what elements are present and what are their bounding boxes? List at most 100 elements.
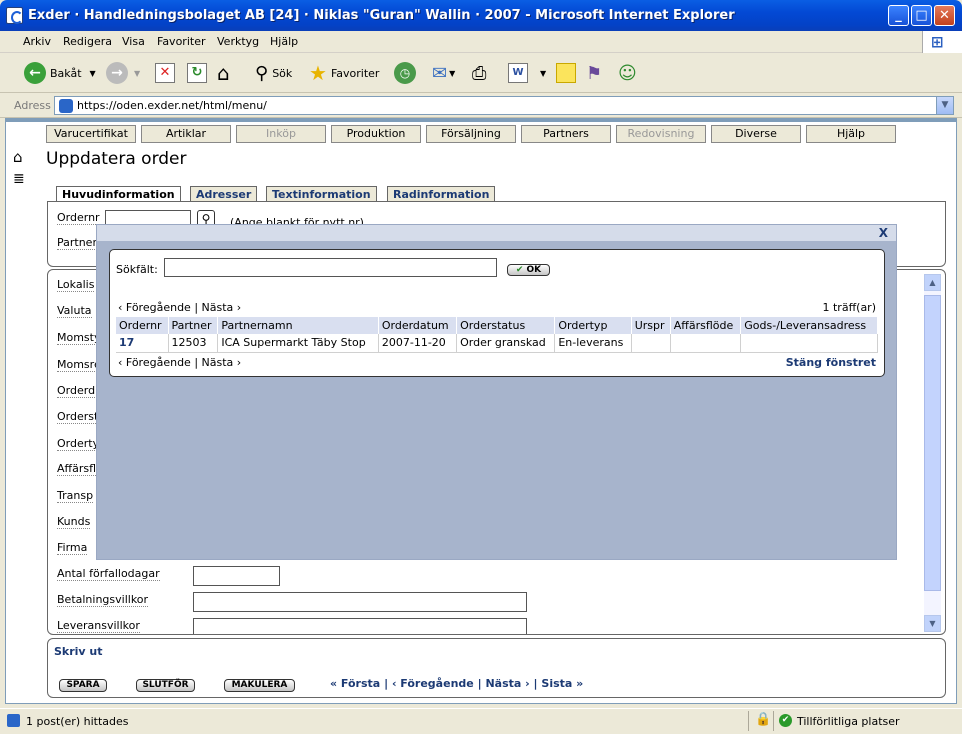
tab-adresser[interactable]: Adresser — [190, 186, 258, 202]
home-icon[interactable]: ⌂ — [13, 148, 23, 166]
search-input[interactable] — [164, 258, 497, 277]
address-input[interactable]: https://oden.exder.net/html/menu/ ▼ — [54, 96, 954, 115]
messenger-button[interactable]: ☺ — [618, 60, 637, 86]
cancel-order-button[interactable]: MAKULERA — [224, 679, 295, 692]
close-button[interactable]: ✕ — [934, 5, 955, 26]
tab-huvudinformation[interactable]: Huvudinformation — [56, 186, 181, 202]
nav-tab-inkop: Inköp — [236, 125, 326, 143]
menu-arkiv[interactable]: Arkiv — [23, 35, 51, 48]
ok-button[interactable]: ✔ OK — [507, 264, 550, 276]
list-icon[interactable]: ≣ — [13, 171, 25, 187]
scroll-up-button[interactable]: ▲ — [924, 274, 941, 291]
column-header[interactable]: Orderstatus — [456, 317, 556, 334]
word-icon: W — [508, 63, 528, 83]
favorites-label: Favoriter — [330, 66, 380, 80]
nav-tab-produktion[interactable]: Produktion — [331, 125, 421, 143]
back-arrow-icon: ← — [24, 62, 46, 84]
minimize-button[interactable]: _ — [888, 5, 909, 26]
search-label: Sök — [272, 66, 293, 80]
toolbar: ← Bakåt ▼ → ▼ ✕ ↻ ⌂ ⚲ Sök ★ Favoriter ◷ … — [0, 53, 962, 93]
tab-textinformation[interactable]: Textinformation — [266, 186, 377, 202]
ie-icon — [6, 7, 23, 24]
table-row[interactable]: 17 12503 ICA Supermarkt Täby Stop 2007-1… — [116, 334, 878, 353]
search-button[interactable]: ⚲ Sök — [255, 60, 292, 86]
column-header[interactable]: Orderdatum — [378, 317, 458, 334]
print-link[interactable]: Skriv ut — [54, 645, 103, 658]
mail-icon: ✉ — [432, 62, 448, 84]
antal-forfallodagar-input[interactable] — [193, 566, 280, 586]
column-header[interactable]: Partner — [168, 317, 219, 334]
mail-button[interactable]: ✉ ▼ — [432, 60, 455, 86]
history-button[interactable]: ◷ — [394, 60, 416, 86]
refresh-button[interactable]: ↻ — [187, 60, 207, 86]
nav-tab-hjalp[interactable]: Hjälp — [806, 125, 896, 143]
stop-button[interactable]: ✕ — [155, 60, 175, 86]
next-link[interactable]: Nästa › — [202, 301, 242, 314]
prev-link[interactable]: ‹ Föregående — [392, 677, 474, 690]
nav-tab-varucertifikat[interactable]: Varucertifikat — [46, 125, 136, 143]
tab-radinformation[interactable]: Radinformation — [387, 186, 496, 202]
title-bar: Exder · Handledningsbolaget AB [24] · Ni… — [0, 0, 962, 31]
dialog-pagination-top: ‹ Föregående | Nästa › — [118, 301, 241, 314]
prev-link[interactable]: ‹ Föregående — [118, 301, 191, 314]
maximize-button[interactable]: □ — [911, 5, 932, 26]
nav-tab-diverse[interactable]: Diverse — [711, 125, 801, 143]
back-label: Bakåt — [50, 66, 82, 80]
betalningsvillkor-label: Betalningsvillkor — [57, 593, 149, 607]
scroll-thumb[interactable] — [924, 295, 941, 591]
finish-button[interactable]: SLUTFÖR — [136, 679, 195, 692]
nav-tab-forsaljning[interactable]: Försäljning — [426, 125, 516, 143]
divider — [748, 711, 749, 731]
address-url: https://oden.exder.net/html/menu/ — [77, 99, 267, 112]
nav-tab-redovisning: Redovisning — [616, 125, 706, 143]
column-header[interactable]: Urspr — [631, 317, 671, 334]
refresh-icon: ↻ — [187, 63, 207, 83]
scroll-down-button[interactable]: ▼ — [924, 615, 941, 632]
last-link[interactable]: Sista » — [541, 677, 583, 690]
column-header[interactable]: Partnernamn — [217, 317, 379, 334]
pagination: « Första | ‹ Föregående | Nästa › | Sist… — [330, 677, 583, 690]
menu-hjalp[interactable]: Hjälp — [270, 35, 298, 48]
actions-box: Skriv ut SPARA SLUTFÖR MAKULERA « Första… — [47, 638, 946, 698]
column-header[interactable]: Affärsflöde — [670, 317, 742, 334]
ordernr-cell[interactable]: 17 — [116, 334, 169, 353]
research-button[interactable]: ⚑ — [586, 60, 602, 86]
table-cell — [631, 334, 671, 353]
overlay-close-button[interactable]: X — [879, 226, 888, 240]
search-dialog: Sökfält: ✔ OK ‹ Föregående | Nästa › 1 t… — [109, 249, 885, 377]
printer-icon: ⎙ — [472, 62, 487, 84]
column-header[interactable]: Gods-/Leveransadress — [740, 317, 878, 334]
partner-label: Partner — [57, 236, 97, 250]
prev-link[interactable]: ‹ Föregående — [118, 356, 191, 369]
nav-tab-artiklar[interactable]: Artiklar — [141, 125, 231, 143]
betalningsvillkor-input[interactable] — [193, 592, 527, 612]
print-button[interactable]: ⎙ — [472, 60, 486, 86]
save-button[interactable]: SPARA — [59, 679, 107, 692]
table-cell: 2007-11-20 — [378, 334, 458, 353]
menu-verktyg[interactable]: Verktyg — [217, 35, 259, 48]
edit-button[interactable]: W ▼ — [508, 60, 546, 86]
menu-redigera[interactable]: Redigera — [63, 35, 112, 48]
scrollbar[interactable]: ▲ ▼ — [924, 274, 941, 632]
home-button[interactable]: ⌂ — [217, 60, 230, 86]
star-icon: ★ — [309, 61, 327, 85]
back-button[interactable]: ← Bakåt ▼ — [24, 60, 96, 86]
menu-favoriter[interactable]: Favoriter — [157, 35, 205, 48]
search-overlay: X Sökfält: ✔ OK ‹ Föregående | Nästa › 1… — [96, 224, 897, 560]
menu-visa[interactable]: Visa — [122, 35, 145, 48]
nav-tab-partners[interactable]: Partners — [521, 125, 611, 143]
first-link[interactable]: « Första — [330, 677, 380, 690]
next-link[interactable]: Nästa › — [485, 677, 529, 690]
next-link[interactable]: Nästa › — [202, 356, 242, 369]
favorites-button[interactable]: ★ Favoriter — [309, 60, 379, 86]
leveransvillkor-input[interactable] — [193, 618, 527, 634]
field-label: Orderd — [57, 384, 96, 398]
discuss-button[interactable] — [556, 60, 576, 86]
column-header[interactable]: Ordernr — [116, 317, 169, 334]
column-header[interactable]: Ordertyp — [554, 317, 632, 334]
dropdown-icon: ▼ — [134, 68, 141, 78]
results-table: Ordernr Partner Partnernamn Orderdatum O… — [116, 317, 878, 353]
close-window-link[interactable]: Stäng fönstret — [786, 356, 876, 369]
forward-button[interactable]: → ▼ — [106, 60, 140, 86]
address-dropdown[interactable]: ▼ — [936, 97, 953, 114]
